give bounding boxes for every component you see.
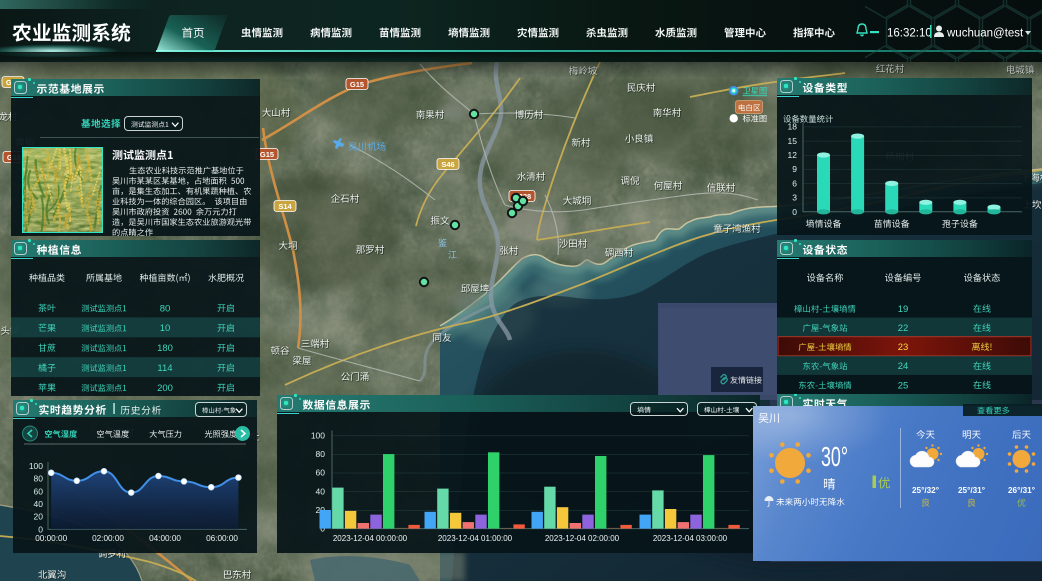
svg-text:G15: G15 bbox=[350, 80, 364, 89]
svg-text:02:00:00: 02:00:00 bbox=[92, 534, 124, 543]
svg-text:06:00:00: 06:00:00 bbox=[206, 534, 238, 543]
svg-text:60: 60 bbox=[316, 468, 326, 478]
svg-text:100: 100 bbox=[29, 461, 43, 471]
svg-text:04:00:00: 04:00:00 bbox=[149, 534, 181, 543]
svg-text:S14: S14 bbox=[278, 202, 292, 211]
svg-text:25°/32°: 25°/32° bbox=[912, 486, 939, 495]
svg-text:30°: 30° bbox=[821, 441, 848, 472]
svg-text:40: 40 bbox=[34, 499, 44, 509]
svg-text:20: 20 bbox=[34, 512, 44, 522]
svg-text:wuchuan@test: wuchuan@test bbox=[946, 28, 1024, 40]
svg-text:10: 10 bbox=[160, 323, 171, 334]
svg-text:19: 19 bbox=[898, 304, 909, 315]
svg-text:180: 180 bbox=[157, 343, 173, 354]
svg-text:G15: G15 bbox=[260, 150, 274, 159]
svg-text:0: 0 bbox=[792, 207, 797, 217]
svg-text:114: 114 bbox=[157, 363, 172, 374]
svg-text:9: 9 bbox=[792, 164, 797, 174]
svg-text:200: 200 bbox=[157, 383, 173, 394]
svg-text:80: 80 bbox=[160, 303, 171, 314]
svg-text:16:32:10: 16:32:10 bbox=[887, 28, 932, 40]
svg-text:00:00:00: 00:00:00 bbox=[35, 534, 67, 543]
svg-text:2023-12-04 03:00:00: 2023-12-04 03:00:00 bbox=[653, 534, 728, 543]
svg-text:24: 24 bbox=[898, 361, 909, 372]
svg-text:18: 18 bbox=[788, 122, 798, 132]
svg-text:15: 15 bbox=[788, 136, 798, 146]
svg-text:2023-12-04 01:00:00: 2023-12-04 01:00:00 bbox=[438, 534, 513, 543]
svg-text:40: 40 bbox=[316, 486, 326, 496]
svg-text:22: 22 bbox=[898, 323, 909, 334]
svg-text:80: 80 bbox=[34, 474, 44, 484]
svg-text:25: 25 bbox=[898, 380, 909, 391]
svg-text:6: 6 bbox=[792, 178, 797, 188]
svg-text:S46: S46 bbox=[441, 160, 454, 169]
svg-text:80: 80 bbox=[316, 449, 326, 459]
svg-text:100: 100 bbox=[311, 431, 325, 441]
svg-text:2023-12-04 02:00:00: 2023-12-04 02:00:00 bbox=[545, 534, 620, 543]
svg-text:0: 0 bbox=[38, 524, 43, 534]
svg-text:12: 12 bbox=[788, 150, 798, 160]
svg-text:25°/31°: 25°/31° bbox=[958, 486, 985, 495]
svg-text:23: 23 bbox=[898, 342, 909, 353]
svg-text:60: 60 bbox=[34, 486, 44, 496]
svg-text:2023-12-04 00:00:00: 2023-12-04 00:00:00 bbox=[333, 534, 408, 543]
svg-text:26°/31°: 26°/31° bbox=[1008, 486, 1035, 495]
svg-text:3: 3 bbox=[792, 193, 797, 203]
